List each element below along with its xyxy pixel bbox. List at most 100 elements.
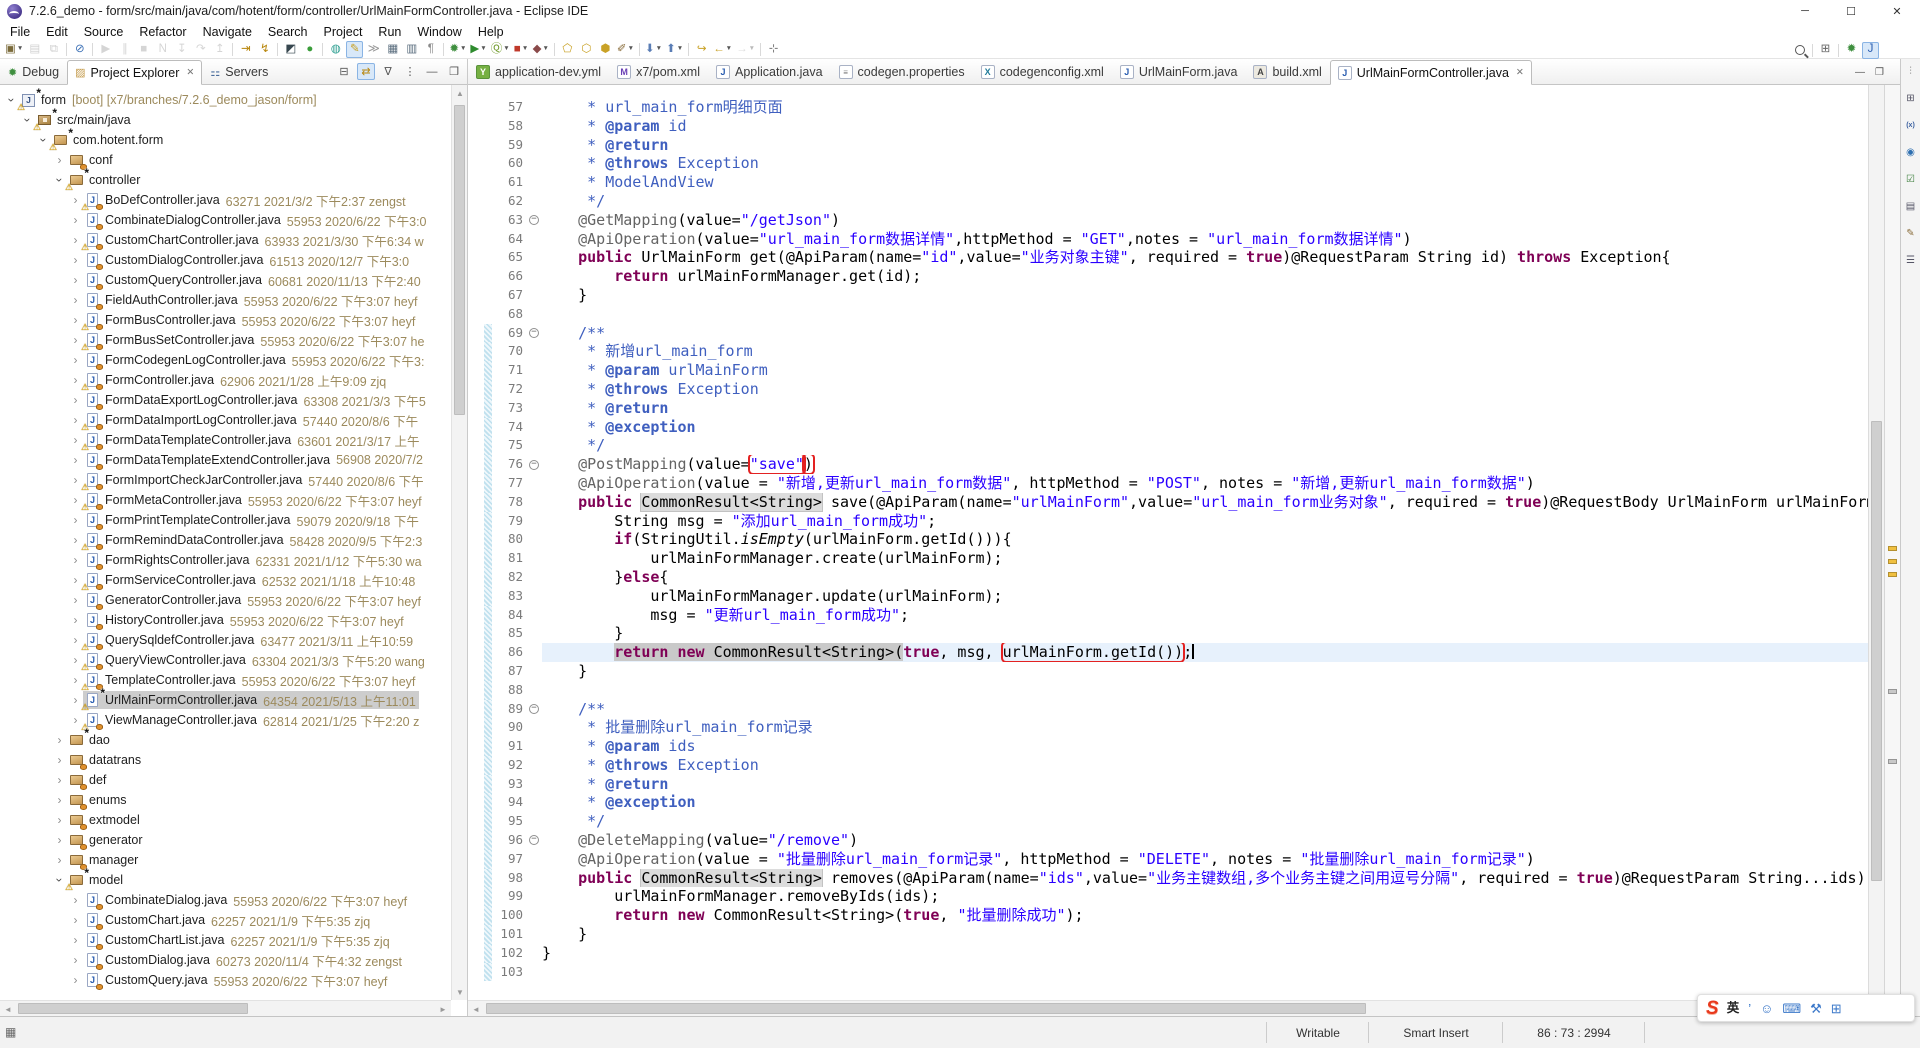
code-line[interactable]: 75 */ — [468, 436, 1868, 455]
suspend-button[interactable]: ∥ — [116, 41, 133, 58]
panel-tab-debug[interactable]: ✹Debug — [0, 59, 67, 84]
collapsed-arrow-icon[interactable]: › — [68, 913, 83, 927]
panel-tab-servers[interactable]: ⚏Servers — [202, 59, 276, 84]
code-line[interactable]: 103 — [468, 963, 1868, 982]
code-line[interactable]: 71 * @param urlMainForm — [468, 361, 1868, 380]
tree-item[interactable]: ›J⚠TemplateController.java55953 2020/6/2… — [0, 670, 451, 690]
collapsed-arrow-icon[interactable]: › — [68, 893, 83, 907]
menu-search[interactable]: Search — [260, 24, 316, 40]
code-line[interactable]: 59 * @return — [468, 136, 1868, 155]
menu-help[interactable]: Help — [470, 24, 512, 40]
tree-item[interactable]: ›def — [0, 770, 451, 790]
collapsed-arrow-icon[interactable]: › — [52, 153, 67, 167]
code-line[interactable]: 73 * @return — [468, 399, 1868, 418]
code-line[interactable]: 101 } — [468, 925, 1868, 944]
tree-item[interactable]: ›J⚠FormBusSetController.java55953 2020/6… — [0, 330, 451, 350]
editor-vertical-scrollbar[interactable] — [1868, 85, 1884, 1000]
collapsed-arrow-icon[interactable]: › — [68, 933, 83, 947]
open-perspective-button[interactable]: ⊞ — [1817, 42, 1834, 59]
next-annotation-button[interactable]: ⬇▼ — [644, 41, 663, 58]
tree-item[interactable]: ›J⚠ViewManageController.java62814 2021/1… — [0, 710, 451, 730]
view-menu-dots-icon[interactable]: ⫶ — [1903, 63, 1919, 79]
resume-button[interactable]: ▶ — [97, 41, 114, 58]
tree-item[interactable]: ›J⚠FormDataTemplateController.java63601 … — [0, 430, 451, 450]
editor-tab-x7-pom-xml[interactable]: Mx7/pom.xml — [609, 59, 708, 84]
tree-item[interactable]: ›JFormCodegenLogController.java55953 202… — [0, 350, 451, 370]
open-console-button[interactable]: ▦ — [384, 41, 401, 58]
collapsed-arrow-icon[interactable]: › — [68, 273, 83, 287]
tree-item[interactable]: ›JFormDataTemplateExtendController.java5… — [0, 450, 451, 470]
code-line[interactable]: 91 * @param ids — [468, 737, 1868, 756]
tree-item[interactable]: ›JFormRightsController.java62331 2021/1/… — [0, 550, 451, 570]
menu-file[interactable]: File — [2, 24, 38, 40]
tree-item[interactable]: ›JCustomDialogController.java61513 2020/… — [0, 250, 451, 270]
collapsed-arrow-icon[interactable]: › — [52, 773, 67, 787]
tree-item[interactable]: ›JFieldAuthController.java55953 2020/6/2… — [0, 290, 451, 310]
show-table-button[interactable]: ▥ — [403, 41, 420, 58]
view-menu-icon[interactable]: ⋮ — [401, 63, 419, 80]
mark-occurrences-button[interactable]: ✎ — [346, 41, 363, 58]
minimize-panel-icon[interactable]: — — [423, 63, 441, 80]
step-into-button[interactable]: ↧ — [173, 41, 190, 58]
templates-view-icon[interactable]: ☰ — [1903, 252, 1919, 268]
tree-item[interactable]: ›⚠*model — [0, 870, 451, 890]
terminate-button[interactable]: ■ — [135, 41, 152, 58]
menu-navigate[interactable]: Navigate — [195, 24, 260, 40]
maximize-panel-icon[interactable]: ❐ — [445, 63, 463, 80]
code-line[interactable]: 60 * @throws Exception — [468, 154, 1868, 173]
open-view-icon[interactable]: ⊞ — [1903, 90, 1919, 106]
tree-item[interactable]: ›J⚠BoDefController.java63271 2021/3/2 下午… — [0, 190, 451, 210]
code-line[interactable]: 90 * 批量删除url_main_form记录 — [468, 718, 1868, 737]
code-line[interactable]: 66 return urlMainFormManager.get(id); — [468, 267, 1868, 286]
sogou-symbol-icon[interactable]: ’ — [1748, 1002, 1751, 1015]
run-button[interactable]: ▶▼ — [469, 41, 487, 58]
tree-item[interactable]: ›J⚠FormController.java62906 2021/1/28 上午… — [0, 370, 451, 390]
collapsed-arrow-icon[interactable]: › — [68, 253, 83, 267]
panel-tab-project-explorer[interactable]: ▨Project Explorer✕ — [67, 60, 202, 85]
tree-item[interactable]: ›manager — [0, 850, 451, 870]
collapsed-arrow-icon[interactable]: › — [52, 733, 67, 747]
breakpoints-view-icon[interactable]: ◉ — [1903, 144, 1919, 160]
tree-item[interactable]: ›J⚠FormMetaController.java55953 2020/6/2… — [0, 490, 451, 510]
maximize-button[interactable]: ☐ — [1828, 0, 1874, 22]
code-line[interactable]: 98 public CommonResult<String> removes(@… — [468, 869, 1868, 888]
trim-stack-icon[interactable]: ▦ — [5, 1025, 16, 1039]
new-browser-button[interactable]: ◍ — [327, 41, 344, 58]
step-return-button[interactable]: ↥ — [211, 41, 228, 58]
tree-item[interactable]: ›J⚠CustomChartController.java63933 2021/… — [0, 230, 451, 250]
tree-item[interactable]: ›JCombinateDialog.java55953 2020/6/22 下午… — [0, 890, 451, 910]
open-resource-button[interactable]: ⬡ — [578, 41, 595, 58]
last-edit-location-button[interactable]: ↪ — [693, 41, 710, 58]
profile-button[interactable]: ■▼ — [513, 41, 530, 58]
tree-item[interactable]: ›JCustomDialog.java60273 2020/11/4 下午4:3… — [0, 950, 451, 970]
close-button[interactable]: ✕ — [1874, 0, 1920, 22]
tree-item[interactable]: ›J⚠FormBusController.java55953 2020/6/22… — [0, 310, 451, 330]
tree-item[interactable]: ›J⚠FormImportCheckJarController.java5744… — [0, 470, 451, 490]
tree-vertical-scrollbar[interactable]: ▲ ▼ — [451, 85, 467, 1000]
annotation-marker[interactable] — [1888, 689, 1897, 694]
tree-item[interactable]: ›*dao — [0, 730, 451, 750]
save-all-button[interactable]: ⧉ — [45, 41, 62, 58]
code-line[interactable]: 57 * url_main_form明细页面 — [468, 98, 1868, 117]
pin-editor-button[interactable]: ⊹ — [765, 41, 782, 58]
sogou-keyboard-icon[interactable]: ⌨ — [1782, 1002, 1801, 1015]
save-button[interactable]: ▤ — [26, 41, 43, 58]
sogou-grid-icon[interactable]: ⊞ — [1831, 1002, 1842, 1015]
annotation-marker[interactable] — [1888, 559, 1897, 564]
collapsed-arrow-icon[interactable]: › — [52, 753, 67, 767]
menu-refactor[interactable]: Refactor — [131, 24, 194, 40]
menu-source[interactable]: Source — [76, 24, 132, 40]
filter-icon[interactable]: ∇ — [379, 63, 397, 80]
sogou-toolbox-icon[interactable]: ⚒ — [1810, 1002, 1822, 1015]
collapsed-arrow-icon[interactable]: › — [68, 393, 83, 407]
expressions-view-icon[interactable]: ☑ — [1903, 171, 1919, 187]
fold-collapse-icon[interactable]: − — [529, 835, 539, 845]
code-line[interactable]: 72 * @throws Exception — [468, 380, 1868, 399]
code-line[interactable]: 95 */ — [468, 812, 1868, 831]
collapsed-arrow-icon[interactable]: › — [68, 593, 83, 607]
menu-window[interactable]: Window — [409, 24, 469, 40]
disconnect-button[interactable]: N — [154, 41, 171, 58]
collapsed-arrow-icon[interactable]: › — [52, 833, 67, 847]
code-line[interactable]: 86 return new CommonResult<String>(true,… — [468, 643, 1868, 662]
tree-item[interactable]: ›J⚠FormServiceController.java62532 2021/… — [0, 570, 451, 590]
